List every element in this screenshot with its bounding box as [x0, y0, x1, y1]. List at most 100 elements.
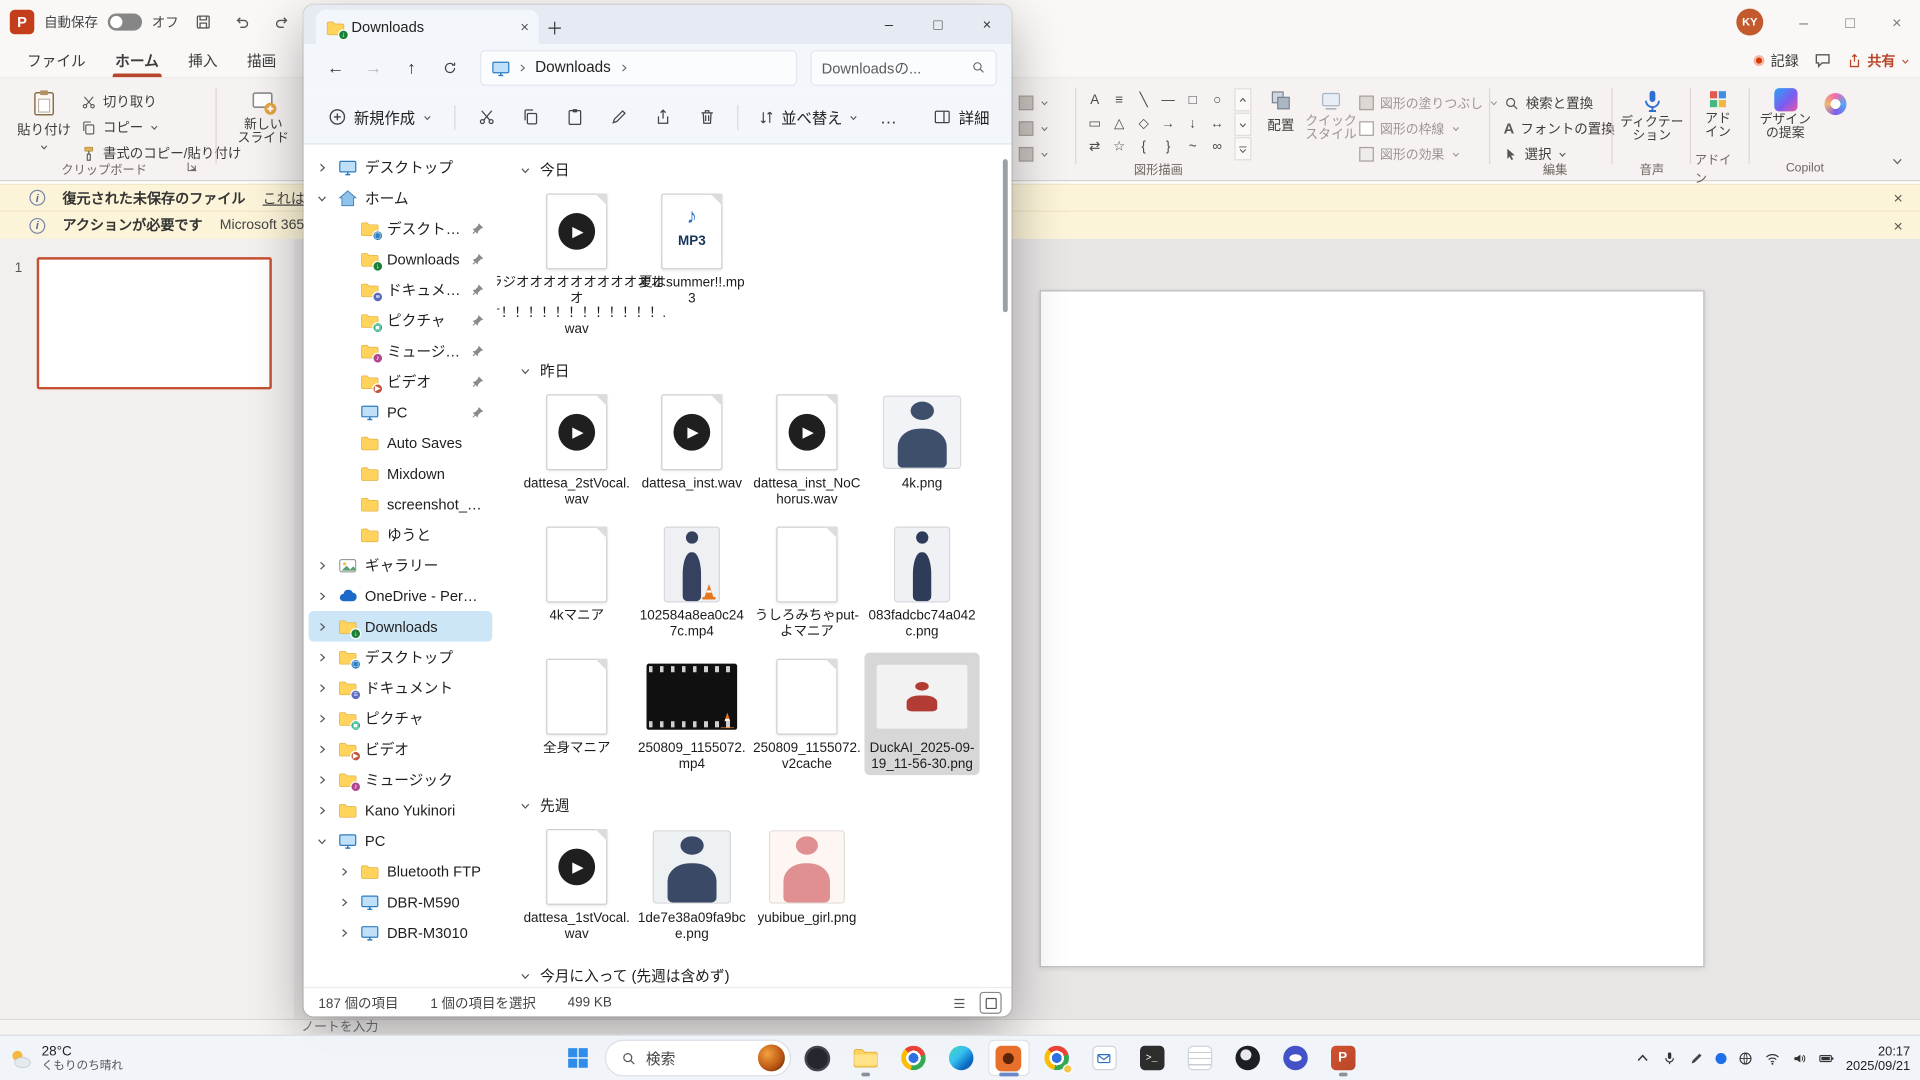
- shape-tool-icon[interactable]: ↓: [1180, 111, 1204, 134]
- shape-tool-icon[interactable]: }: [1156, 135, 1180, 158]
- shape-tool-icon[interactable]: □: [1180, 88, 1204, 111]
- sidebar-item-デスクトップ[interactable]: ▢デスクトップ: [309, 642, 493, 673]
- paste-button[interactable]: 貼り付け: [15, 83, 74, 152]
- file-item[interactable]: DuckAI_2025-09-19_11-56-30.png: [864, 653, 979, 775]
- chevron-right-icon[interactable]: [313, 743, 330, 755]
- tab-close-icon[interactable]: ×: [520, 18, 529, 35]
- convert-smartart-button[interactable]: [1019, 142, 1050, 166]
- clipboard-dialog-launcher-icon[interactable]: [186, 160, 201, 175]
- shape-tool-icon[interactable]: ○: [1205, 88, 1229, 111]
- scrollbar[interactable]: [1003, 149, 1008, 982]
- wifi-icon[interactable]: [1765, 1051, 1781, 1067]
- rename-icon[interactable]: [598, 97, 640, 136]
- shape-tool-icon[interactable]: △: [1107, 111, 1131, 134]
- bluetooth-icon[interactable]: [1716, 1053, 1727, 1064]
- sidebar-item-ゆうと[interactable]: ゆうと: [309, 519, 493, 550]
- shape-tool-icon[interactable]: ◇: [1131, 111, 1155, 134]
- volume-icon[interactable]: [1792, 1051, 1808, 1067]
- sidebar-item-Auto Saves[interactable]: Auto Saves: [309, 427, 493, 458]
- file-item[interactable]: ▶dattesa_inst_NoChorus.wav: [749, 388, 864, 510]
- chevron-up-icon[interactable]: [1635, 1051, 1651, 1067]
- file-item[interactable]: ▶dattesa_1stVocal.wav: [519, 823, 634, 945]
- chrome-profile-icon[interactable]: [1035, 1040, 1077, 1077]
- copilot-icon[interactable]: [797, 1040, 839, 1077]
- shapes-gallery-scroll[interactable]: [1234, 88, 1251, 160]
- ribbon-tab-ホーム[interactable]: ホーム: [100, 44, 173, 77]
- breadcrumb[interactable]: Downloads: [480, 50, 797, 86]
- shape-fill-button[interactable]: 図形の塗りつぶし: [1359, 91, 1499, 115]
- notes-bar[interactable]: ノートを入力: [0, 1019, 1920, 1035]
- thumbnail-view-icon[interactable]: [980, 992, 1002, 1014]
- chevron-right-icon[interactable]: [313, 620, 330, 632]
- discord-icon[interactable]: [1274, 1040, 1316, 1077]
- explorer-close-button[interactable]: ×: [962, 5, 1011, 44]
- shape-tool-icon[interactable]: {: [1131, 135, 1155, 158]
- sidebar-item-ホーム[interactable]: ホーム: [309, 182, 493, 213]
- explorer-minimize-button[interactable]: –: [864, 5, 913, 44]
- refresh-button[interactable]: [432, 50, 466, 84]
- autosave-toggle[interactable]: [108, 13, 142, 30]
- explorer-tab-downloads[interactable]: ↓ Downloads ×: [316, 10, 539, 44]
- chevron-down-icon[interactable]: [313, 192, 330, 204]
- pen-icon[interactable]: [1689, 1051, 1705, 1067]
- notepad-icon[interactable]: [1179, 1040, 1221, 1077]
- text-direction-button[interactable]: [1019, 91, 1050, 115]
- explorer-maximize-button[interactable]: □: [913, 5, 962, 44]
- chevron-right-icon[interactable]: [336, 896, 353, 908]
- chevron-right-icon[interactable]: [313, 712, 330, 724]
- shape-tool-icon[interactable]: ~: [1180, 135, 1204, 158]
- file-item[interactable]: 4kマニア: [519, 520, 634, 642]
- mail-icon[interactable]: [1083, 1040, 1125, 1077]
- quick-styles-button[interactable]: クイックスタイル: [1305, 83, 1356, 142]
- copy-button[interactable]: コピー: [81, 115, 159, 139]
- align-text-button[interactable]: [1019, 116, 1050, 140]
- sidebar-item-デスクトップ[interactable]: デスクトップ: [309, 152, 493, 183]
- gallery-down-icon[interactable]: [1234, 113, 1251, 136]
- copilot-button[interactable]: [1820, 88, 1852, 115]
- slide-canvas[interactable]: [1040, 290, 1705, 967]
- addins-button[interactable]: アドイン: [1695, 83, 1742, 139]
- breadcrumb-item-downloads[interactable]: Downloads: [535, 59, 611, 76]
- sidebar-item-デスクトップ[interactable]: ▢デスクトップ: [309, 213, 493, 244]
- file-item[interactable]: 083fadcbc74a042c.png: [864, 520, 979, 642]
- new-tab-button[interactable]: ＋: [539, 12, 571, 44]
- sidebar-item-Bluetooth FTP[interactable]: Bluetooth FTP: [309, 856, 493, 887]
- cut-icon[interactable]: [465, 97, 507, 136]
- file-item[interactable]: 250809_1155072.mp4: [634, 653, 749, 775]
- ribbon-tab-ファイル[interactable]: ファイル: [12, 44, 100, 77]
- file-item[interactable]: ▶dattesa_2stVocal.wav: [519, 388, 634, 510]
- copy-icon[interactable]: [509, 97, 551, 136]
- file-group-header[interactable]: 今日: [519, 159, 994, 180]
- chevron-right-icon[interactable]: [313, 804, 330, 816]
- battery-icon[interactable]: [1819, 1051, 1835, 1067]
- shape-outline-button[interactable]: 図形の枠線: [1359, 116, 1460, 140]
- file-item[interactable]: ♪MP3夏はsummer!!.mp3: [634, 187, 749, 340]
- list-view-icon[interactable]: [948, 992, 970, 1014]
- sidebar-item-Downloads[interactable]: ↓Downloads: [309, 611, 493, 642]
- file-item[interactable]: 1de7e38a09fa9bce.png: [634, 823, 749, 945]
- find-replace-button[interactable]: 検索と置換: [1504, 91, 1593, 115]
- sidebar-item-ギャラリー[interactable]: ギャラリー: [309, 550, 493, 581]
- shape-tool-icon[interactable]: ≡: [1107, 88, 1131, 111]
- shape-tool-icon[interactable]: →: [1156, 111, 1180, 134]
- ribbon-collapse-icon[interactable]: [1891, 154, 1906, 169]
- chevron-right-icon[interactable]: [313, 681, 330, 693]
- notification-close-icon[interactable]: ×: [1894, 216, 1903, 234]
- paste-icon[interactable]: [553, 97, 595, 136]
- globe-icon[interactable]: [1738, 1051, 1754, 1067]
- shape-tool-icon[interactable]: ⇄: [1082, 135, 1106, 158]
- powerpoint-icon[interactable]: P: [1322, 1040, 1364, 1077]
- shape-tool-icon[interactable]: ∞: [1205, 135, 1229, 158]
- shape-tool-icon[interactable]: ☆: [1107, 135, 1131, 158]
- file-item[interactable]: ▶dattesa_inst.wav: [634, 388, 749, 510]
- forward-button[interactable]: →: [356, 50, 390, 84]
- design-ideas-button[interactable]: デザインの提案: [1753, 83, 1817, 141]
- new-slide-button[interactable]: 新しいスライド: [225, 83, 301, 145]
- sidebar-item-ピクチャ[interactable]: ▣ピクチャ: [309, 305, 493, 336]
- shape-tool-icon[interactable]: —: [1156, 88, 1180, 111]
- replace-fonts-button[interactable]: A フォントの置換: [1504, 116, 1615, 140]
- shape-tool-icon[interactable]: ╲: [1131, 88, 1155, 111]
- delete-icon[interactable]: [686, 97, 728, 136]
- sidebar-item-PC[interactable]: PC: [309, 397, 493, 428]
- dictation-button[interactable]: ディクテーション: [1619, 83, 1685, 143]
